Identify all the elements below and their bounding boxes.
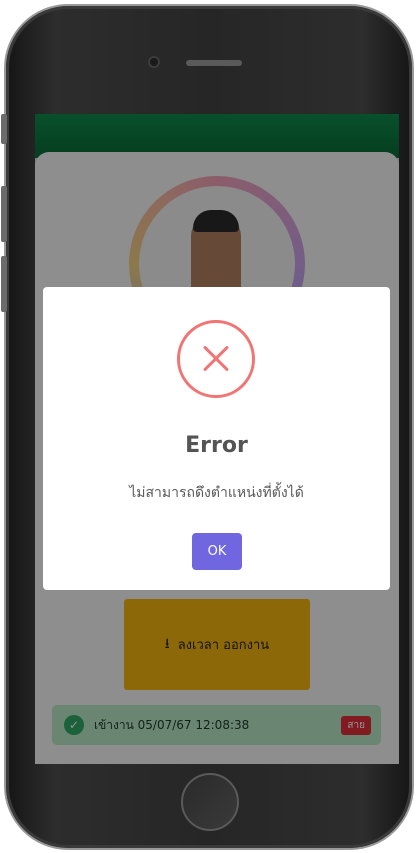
earpiece-speaker xyxy=(186,60,242,66)
front-camera xyxy=(148,56,160,68)
app-screen: ⭳ ลงเวลา ออกงาน ✓ เข้างาน 05/07/67 12:08… xyxy=(35,114,399,764)
volume-up-button xyxy=(1,186,7,242)
dialog-title: Error xyxy=(185,433,248,458)
dialog-message: ไม่สามารถดึงตำแหน่งที่ตั้งได้ xyxy=(129,485,304,501)
silent-switch xyxy=(1,114,7,144)
home-button[interactable] xyxy=(181,773,239,831)
ok-button[interactable]: OK xyxy=(192,533,242,570)
error-x-icon xyxy=(177,320,255,398)
error-dialog: Error ไม่สามารถดึงตำแหน่งที่ตั้งได้ OK xyxy=(43,287,390,590)
volume-down-button xyxy=(1,256,7,312)
